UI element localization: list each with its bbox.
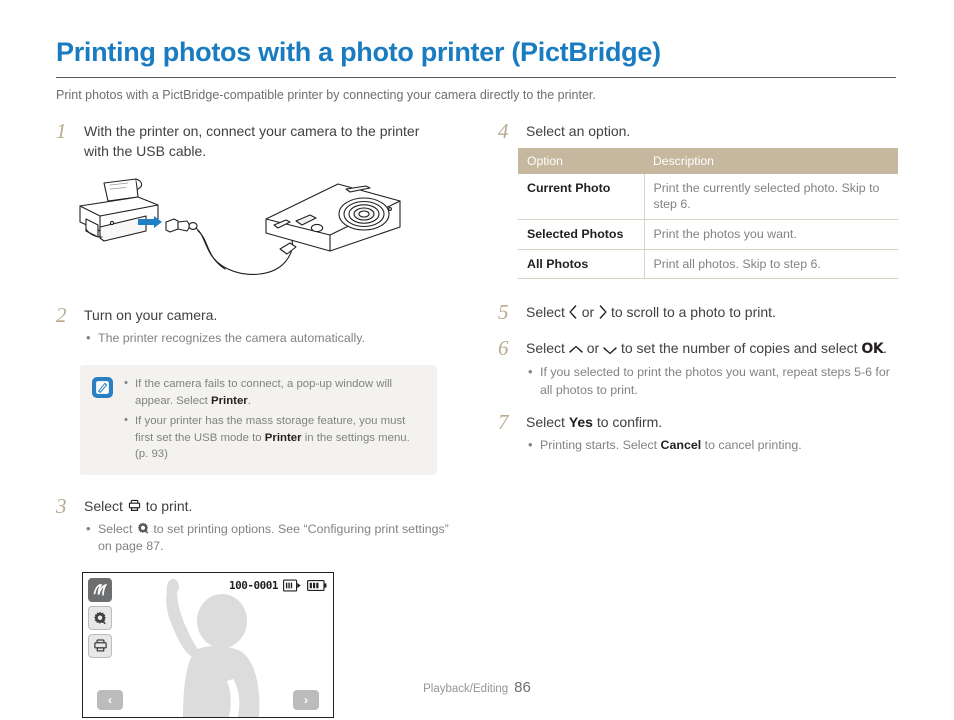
- step-3-text: Select to print.: [84, 497, 466, 517]
- title-divider: [56, 76, 896, 78]
- step-6-period: .: [883, 340, 888, 357]
- gear-icon: [136, 521, 150, 535]
- note-item-1-after: .: [247, 394, 251, 407]
- note-item-1-bold: Printer: [211, 394, 248, 407]
- page-footer: Playback/Editing 86: [0, 679, 954, 696]
- step-6-text-after: to set the number of copies and select: [620, 340, 858, 357]
- note-item-1-before: If the camera fails to connect, a pop-up…: [135, 378, 393, 407]
- page-header: Printing photos with a photo printer (Pi…: [56, 37, 896, 103]
- step-7-bullet-bold: Cancel: [660, 438, 702, 453]
- chevron-right-icon: [598, 305, 607, 320]
- step-7-text: Select Yes to confirm.: [526, 413, 898, 433]
- step-7: 7 Select Yes to confirm. Printing starts…: [498, 410, 898, 455]
- lcd-button-column: [88, 577, 112, 658]
- table-row: Selected Photos Print the photos you wan…: [518, 219, 898, 250]
- step-5-text-before: Select: [526, 304, 565, 321]
- step-3: 3 Select to print. Select: [56, 493, 466, 556]
- note-item-2: If your printer has the mass storage fea…: [123, 412, 425, 463]
- note-item-1: If the camera fails to connect, a pop-up…: [123, 375, 425, 409]
- page-title: Printing photos with a photo printer (Pi…: [56, 37, 661, 67]
- step-3-bullets: Select to set printing options. See “Con…: [84, 520, 466, 556]
- footer-page-number: 86: [514, 679, 531, 696]
- table-cell-description: Print all photos. Skip to step 6.: [644, 249, 898, 280]
- lcd-file-counter: 100-0001: [229, 578, 278, 592]
- step-2-text: Turn on your camera.: [84, 306, 218, 323]
- step-5: 5 Select or to scroll to a photo to prin…: [498, 300, 898, 325]
- table-cell-option: All Photos: [518, 249, 645, 280]
- page-subtitle: Print photos with a PictBridge-compatibl…: [56, 87, 596, 102]
- step-5-text-after: to scroll to a photo to print.: [610, 304, 776, 321]
- footer-section-label: Playback/Editing: [423, 683, 509, 695]
- step-3-bullet-before: Select: [98, 521, 133, 536]
- memory-card-icon: [283, 579, 302, 592]
- note-pen-icon: [92, 377, 113, 399]
- step-2-bullets: The printer recognizes the camera automa…: [84, 329, 466, 348]
- step-2-number: 2: [56, 302, 67, 327]
- step-3-text-after: to print.: [145, 497, 193, 514]
- right-column: 4 Select an option. Option Description C…: [498, 119, 898, 468]
- step-4-number: 4: [498, 119, 509, 143]
- step-7-bold: Yes: [568, 414, 593, 431]
- table-cell-option: Selected Photos: [518, 219, 645, 250]
- chevron-down-icon: [603, 345, 617, 355]
- step-6: 6 Select or to set the number of copies …: [498, 336, 898, 399]
- step-1-line1: With the printer on, connect your camera…: [84, 123, 420, 139]
- step-3-text-before: Select: [84, 497, 123, 514]
- step-7-bullets: Printing starts. Select Cancel to cancel…: [526, 436, 898, 455]
- table-row: All Photos Print all photos. Skip to ste…: [518, 249, 898, 280]
- usb-connector-left-icon: [165, 218, 198, 233]
- gear-icon[interactable]: [88, 605, 112, 630]
- printer-icon: [127, 498, 142, 513]
- ok-label: OK: [861, 341, 884, 358]
- left-column: 1 With the printer on, connect your came…: [56, 119, 466, 718]
- step-7-bullet-1: Printing starts. Select Cancel to cancel…: [526, 436, 898, 455]
- table-cell-description: Print the currently selected photo. Skip…: [644, 173, 898, 221]
- step-1: 1 With the printer on, connect your came…: [56, 119, 466, 162]
- step-6-text: Select or to set the number of copies an…: [526, 339, 898, 360]
- step-7-text-before: Select: [526, 414, 565, 431]
- options-table: Option Description Current Photo Print t…: [518, 147, 898, 280]
- step-6-text-before: Select: [526, 340, 565, 357]
- step-3-bullet-1: Select to set printing options. See “Con…: [84, 520, 466, 556]
- table-header-row: Option Description: [518, 147, 898, 174]
- camera-lcd-screen: 100-0001 ‹ ›: [82, 571, 334, 718]
- back-icon[interactable]: [88, 577, 112, 602]
- usb-ferrite-icon: [279, 242, 297, 255]
- step-6-or: or: [586, 340, 600, 357]
- step-1-number: 1: [56, 119, 67, 143]
- step-6-number: 6: [498, 336, 509, 361]
- battery-icon: [307, 579, 327, 592]
- step-5-text: Select or to scroll to a photo to print.: [526, 303, 898, 323]
- step-5-or: or: [581, 304, 595, 321]
- step-7-number: 7: [498, 410, 509, 435]
- table-cell-description: Print the photos you want.: [644, 219, 898, 250]
- printer-camera-usb-illustration: [74, 175, 466, 288]
- printer-icon[interactable]: [88, 633, 112, 658]
- step-6-bullet-1: If you selected to print the photos you …: [526, 363, 898, 399]
- table-row: Current Photo Print the currently select…: [518, 173, 898, 221]
- step-6-bullets: If you selected to print the photos you …: [526, 363, 898, 399]
- step-1-line2: with the USB cable.: [84, 142, 207, 159]
- table-header-description: Description: [644, 147, 898, 174]
- note-box: If the camera fails to connect, a pop-up…: [80, 365, 437, 475]
- step-4-text: Select an option.: [526, 123, 631, 139]
- step-7-bullet-before: Printing starts. Select: [540, 438, 658, 453]
- step-7-text-after: to confirm.: [596, 414, 663, 431]
- step-3-number: 3: [56, 493, 67, 518]
- step-1-text: With the printer on, connect your camera…: [84, 122, 466, 162]
- step-5-number: 5: [498, 300, 509, 325]
- chevron-left-icon: [569, 305, 578, 320]
- note-list: If the camera fails to connect, a pop-up…: [123, 375, 425, 463]
- table-cell-option: Current Photo: [518, 173, 645, 221]
- lcd-status-bar: 100-0001: [229, 579, 327, 592]
- camera-body-icon: [265, 183, 401, 252]
- step-4: 4 Select an option.: [498, 119, 898, 143]
- step-3-bullet-after: to set printing options. See “Configurin…: [98, 521, 449, 554]
- chevron-up-icon: [569, 345, 583, 355]
- step-2-bullet-1: The printer recognizes the camera automa…: [84, 329, 466, 348]
- step-7-bullet-after: to cancel printing.: [704, 438, 802, 453]
- note-item-2-bold: Printer: [264, 431, 302, 444]
- step-2: 2 Turn on your camera. The printer recog…: [56, 302, 466, 348]
- table-header-option: Option: [518, 147, 644, 174]
